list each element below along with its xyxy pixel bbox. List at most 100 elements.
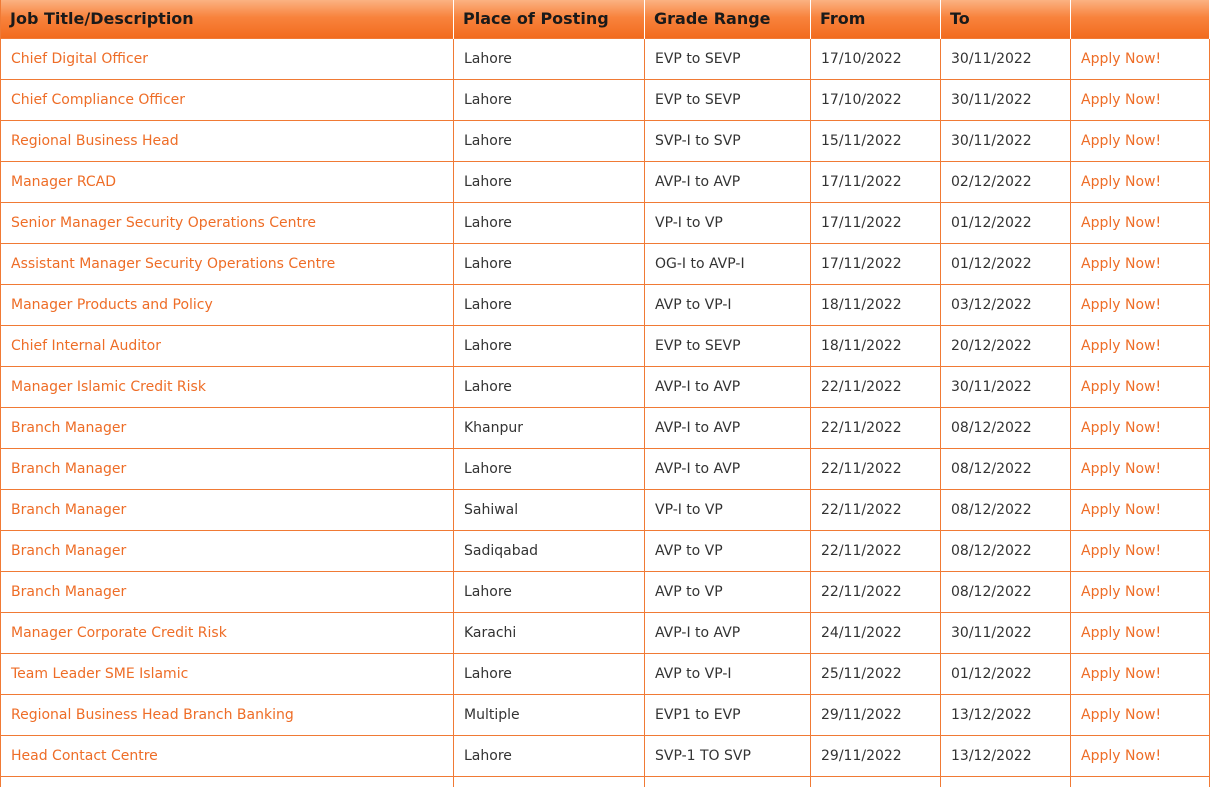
job-title-link[interactable]: Manager RCAD — [11, 174, 116, 190]
job-from-cell: 24/11/2022 — [810, 611, 941, 654]
apply-now-link[interactable]: Apply Now! — [1081, 461, 1161, 477]
job-title-cell: Branch Manager — [0, 529, 454, 572]
job-from-cell: 17/11/2022 — [810, 242, 941, 285]
job-place-cell: Lahore — [453, 242, 645, 285]
apply-now-link[interactable]: Apply Now! — [1081, 502, 1161, 518]
job-title-cell: Chief Digital Officer — [0, 37, 454, 80]
table-row: Regional Business Head Lahore SVP-I to SVP… — [0, 119, 1210, 162]
job-to-cell: 08/12/2022 — [940, 406, 1071, 449]
job-from-cell: 17/11/2022 — [810, 160, 941, 203]
empty-cell — [453, 775, 645, 787]
apply-now-link[interactable]: Apply Now! — [1081, 133, 1161, 149]
job-title-link[interactable]: Head Contact Centre — [11, 748, 158, 764]
job-from-cell: 22/11/2022 — [810, 488, 941, 531]
apply-now-link[interactable]: Apply Now! — [1081, 297, 1161, 313]
apply-cell: Apply Now! — [1070, 529, 1210, 572]
job-grade-cell: AVP to VP — [644, 570, 811, 613]
apply-now-link[interactable]: Apply Now! — [1081, 707, 1161, 723]
job-to-cell: 30/11/2022 — [940, 365, 1071, 408]
table-row: Chief Internal Auditor Lahore EVP to SEVP 1… — [0, 324, 1210, 367]
job-to-cell: 30/11/2022 — [940, 78, 1071, 121]
job-title-link[interactable]: Branch Manager — [11, 543, 126, 559]
job-title-cell: Regional Business Head — [0, 119, 454, 162]
table-row: Branch Manager Sahiwal VP-I to VP 22/11/202… — [0, 488, 1210, 531]
job-place-cell: Lahore — [453, 160, 645, 203]
job-title-link[interactable]: Chief Internal Auditor — [11, 338, 161, 354]
apply-cell: Apply Now! — [1070, 611, 1210, 654]
job-to-cell: 01/12/2022 — [940, 242, 1071, 285]
table-body: Chief Digital Officer Lahore EVP to SEVP 17… — [0, 37, 1210, 787]
column-header-place: Place of Posting — [453, 0, 645, 38]
job-grade-cell: OG-I to AVP-I — [644, 242, 811, 285]
job-title-link[interactable]: Branch Manager — [11, 502, 126, 518]
job-to-cell: 13/12/2022 — [940, 734, 1071, 777]
job-from-cell: 22/11/2022 — [810, 570, 941, 613]
job-place-cell: Lahore — [453, 365, 645, 408]
table-row: Senior Manager Security Operations Centr… — [0, 201, 1210, 244]
job-title-link[interactable]: Regional Business Head Branch Banking — [11, 707, 294, 723]
job-grade-cell: AVP to VP-I — [644, 283, 811, 326]
job-place-cell: Lahore — [453, 283, 645, 326]
table-row: Chief Digital Officer Lahore EVP to SEVP 17… — [0, 37, 1210, 80]
apply-cell: Apply Now! — [1070, 365, 1210, 408]
empty-cell — [1070, 775, 1210, 787]
job-grade-cell: AVP to VP — [644, 529, 811, 572]
apply-now-link[interactable]: Apply Now! — [1081, 625, 1161, 641]
job-title-link[interactable]: Senior Manager Security Operations Centr… — [11, 215, 316, 231]
job-title-link[interactable]: Manager Islamic Credit Risk — [11, 379, 206, 395]
apply-now-link[interactable]: Apply Now! — [1081, 174, 1161, 190]
job-title-cell: Manager RCAD — [0, 160, 454, 203]
job-title-link[interactable]: Branch Manager — [11, 461, 126, 477]
table-row: Branch Manager Lahore AVP to VP 22/11/2022 0… — [0, 570, 1210, 613]
apply-cell: Apply Now! — [1070, 570, 1210, 613]
apply-cell: Apply Now! — [1070, 201, 1210, 244]
apply-cell: Apply Now! — [1070, 693, 1210, 736]
job-title-link[interactable]: Chief Digital Officer — [11, 51, 148, 67]
job-from-cell: 22/11/2022 — [810, 447, 941, 490]
job-from-cell: 18/11/2022 — [810, 324, 941, 367]
apply-now-link[interactable]: Apply Now! — [1081, 420, 1161, 436]
job-title-link[interactable]: Manager Corporate Credit Risk — [11, 625, 227, 641]
empty-cell — [644, 775, 811, 787]
job-title-link[interactable]: Regional Business Head — [11, 133, 179, 149]
header-row: Job Title/Description Place of Posting G… — [0, 0, 1210, 38]
apply-now-link[interactable]: Apply Now! — [1081, 748, 1161, 764]
job-grade-cell: AVP-I to AVP — [644, 406, 811, 449]
job-place-cell: Lahore — [453, 324, 645, 367]
table-row: Branch Manager Lahore AVP-I to AVP 22/11/20… — [0, 447, 1210, 490]
apply-cell: Apply Now! — [1070, 283, 1210, 326]
apply-cell: Apply Now! — [1070, 119, 1210, 162]
job-from-cell: 15/11/2022 — [810, 119, 941, 162]
table-row: Chief Compliance Officer Lahore EVP to SEV… — [0, 78, 1210, 121]
apply-now-link[interactable]: Apply Now! — [1081, 51, 1161, 67]
job-to-cell: 08/12/2022 — [940, 529, 1071, 572]
job-title-link[interactable]: Branch Manager — [11, 584, 126, 600]
apply-now-link[interactable]: Apply Now! — [1081, 92, 1161, 108]
apply-now-link[interactable]: Apply Now! — [1081, 338, 1161, 354]
job-title-cell: Chief Internal Auditor — [0, 324, 454, 367]
empty-cell — [0, 775, 454, 787]
job-title-cell: Chief Compliance Officer — [0, 78, 454, 121]
job-title-link[interactable]: Manager Products and Policy — [11, 297, 213, 313]
apply-cell: Apply Now! — [1070, 324, 1210, 367]
job-place-cell: Lahore — [453, 119, 645, 162]
apply-cell: Apply Now! — [1070, 406, 1210, 449]
job-title-link[interactable]: Assistant Manager Security Operations Ce… — [11, 256, 335, 272]
apply-now-link[interactable]: Apply Now! — [1081, 666, 1161, 682]
apply-now-link[interactable]: Apply Now! — [1081, 256, 1161, 272]
job-from-cell: 29/11/2022 — [810, 693, 941, 736]
job-title-link[interactable]: Branch Manager — [11, 420, 126, 436]
job-to-cell: 03/12/2022 — [940, 283, 1071, 326]
job-title-link[interactable]: Chief Compliance Officer — [11, 92, 185, 108]
apply-cell: Apply Now! — [1070, 447, 1210, 490]
job-to-cell: 08/12/2022 — [940, 570, 1071, 613]
apply-now-link[interactable]: Apply Now! — [1081, 379, 1161, 395]
apply-now-link[interactable]: Apply Now! — [1081, 543, 1161, 559]
job-title-link[interactable]: Team Leader SME Islamic — [11, 666, 188, 682]
job-grade-cell: AVP to VP-I — [644, 652, 811, 695]
table-row: Manager Products and Policy Lahore AVP to … — [0, 283, 1210, 326]
apply-now-link[interactable]: Apply Now! — [1081, 584, 1161, 600]
table-row: Manager Corporate Credit Risk Karachi AVP-… — [0, 611, 1210, 654]
table-row-partial — [0, 775, 1210, 787]
apply-now-link[interactable]: Apply Now! — [1081, 215, 1161, 231]
